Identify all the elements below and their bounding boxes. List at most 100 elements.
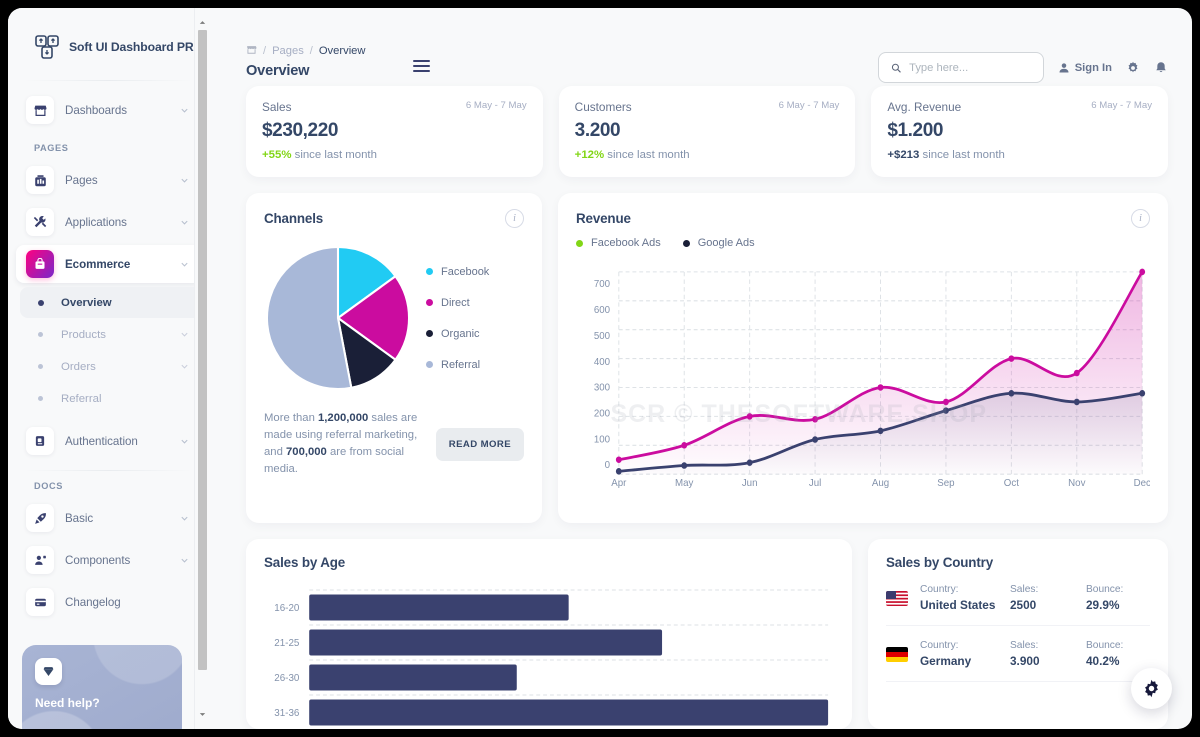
- scroll-up-icon[interactable]: [198, 18, 207, 27]
- sales-by-age-chart: 16-20 21-25 26-30 31-36: [274, 589, 829, 726]
- legend-label: Google Ads: [697, 237, 755, 249]
- svg-text:100: 100: [594, 434, 611, 445]
- chevron-down-icon: [181, 439, 188, 444]
- breadcrumb-parent[interactable]: Pages: [272, 45, 304, 57]
- info-icon[interactable]: i: [505, 209, 524, 228]
- legend-label: Organic: [441, 327, 480, 340]
- channels-pie-area: Facebook Direct Organic Referral: [264, 244, 524, 392]
- sidebar-subitem-overview[interactable]: Overview: [20, 287, 201, 318]
- topbar: / Pages / Overview Overview Sign In: [224, 8, 1192, 86]
- sidebar-item-label: Basic: [65, 511, 94, 525]
- svg-text:21-25: 21-25: [274, 638, 300, 649]
- legend-color-dot: [426, 299, 433, 306]
- sidebar-item-dashboards[interactable]: Dashboards: [16, 91, 201, 129]
- chevron-down-icon: [181, 516, 188, 521]
- sidebar-item-label: Authentication: [65, 434, 138, 448]
- read-more-button[interactable]: READ MORE: [435, 427, 524, 461]
- legend-color-dot: [576, 239, 583, 247]
- search-icon: [891, 63, 901, 72]
- need-help-card[interactable]: Need help?: [22, 645, 182, 729]
- table-row: Country: Germany Sales: 3.900 Bounce: 40…: [886, 626, 1150, 682]
- shop-icon[interactable]: [246, 44, 257, 58]
- stat-value: $1.200: [887, 120, 944, 141]
- legend-item-direct: Direct: [426, 297, 489, 309]
- revenue-chart-labels: 0 100 200 300 400 500 600 700 Apr May Jun Jul Aug Sep…: [594, 279, 1150, 489]
- sidebar-subitem-products[interactable]: Products: [20, 319, 201, 350]
- chevron-down-icon: [181, 108, 188, 113]
- country-label: Country:: [920, 584, 959, 595]
- svg-text:700: 700: [594, 279, 611, 290]
- tools-icon: [26, 208, 54, 236]
- sidebar-item-ecommerce[interactable]: Ecommerce: [16, 245, 201, 283]
- sidebar-subitem-label: Orders: [61, 360, 96, 373]
- legend-item-referral: Referral: [426, 359, 489, 371]
- sales-value: 3.900: [1010, 654, 1040, 668]
- sidebar-item-changelog[interactable]: Changelog: [16, 583, 201, 621]
- sales-by-age-title: Sales by Age: [264, 555, 346, 570]
- search-input[interactable]: [909, 61, 1031, 74]
- chart-bar-icon: [26, 166, 54, 194]
- soft-ui-logo-icon: [34, 34, 60, 60]
- de-flag-icon: [886, 646, 908, 662]
- legend-item-facebook: Facebook: [426, 266, 489, 278]
- legend-label: Referral: [441, 358, 481, 371]
- document-icon: [26, 427, 54, 455]
- sign-in-button[interactable]: Sign In: [1058, 62, 1112, 74]
- legend-color-dot: [426, 268, 433, 275]
- search-box[interactable]: [877, 52, 1044, 83]
- svg-text:Oct: Oct: [1004, 478, 1019, 489]
- app-window: Soft UI Dashboard PRO Dashboards PAGES P…: [8, 8, 1192, 729]
- stat-note: since last month: [607, 149, 690, 161]
- sidebar-item-basic[interactable]: Basic: [16, 499, 201, 537]
- bell-icon[interactable]: [1154, 61, 1168, 75]
- bounce-label: Bounce:: [1086, 584, 1124, 595]
- svg-text:300: 300: [594, 383, 611, 394]
- bullet-icon: [38, 396, 43, 401]
- channels-title: Channels: [264, 211, 324, 226]
- ecommerce-subnav: Overview Products Orders Referral: [16, 287, 201, 414]
- svg-text:400: 400: [594, 357, 611, 368]
- gear-icon[interactable]: [1126, 61, 1140, 75]
- revenue-title: Revenue: [576, 211, 631, 226]
- sidebar-item-pages[interactable]: Pages: [16, 161, 201, 199]
- topbar-actions: Sign In: [877, 44, 1168, 83]
- shop-icon: [26, 96, 54, 124]
- scroll-down-icon[interactable]: [198, 710, 207, 719]
- sidebar-item-components[interactable]: Components: [16, 541, 201, 579]
- bounce-value: 40.2%: [1086, 654, 1120, 668]
- sign-in-label: Sign In: [1074, 61, 1112, 74]
- stat-delta: +55%: [262, 149, 292, 161]
- sidebar-item-label: Changelog: [65, 595, 121, 609]
- stat-card-avg-revenue: Avg. Revenue 6 May - 7 May $1.200 +$213 …: [871, 86, 1169, 177]
- sidebar-subitem-label: Referral: [61, 392, 102, 405]
- svg-text:31-36: 31-36: [274, 708, 300, 719]
- settings-fab-button[interactable]: [1131, 668, 1172, 709]
- sidebar-subitem-label: Overview: [61, 296, 112, 309]
- chevron-down-icon: [181, 558, 188, 563]
- info-icon[interactable]: i: [1131, 209, 1150, 228]
- sidebar-section-pages: PAGES: [34, 143, 69, 153]
- user-icon: [1059, 62, 1069, 72]
- sidebar-subitem-referral[interactable]: Referral: [20, 383, 201, 414]
- stat-delta: +$213: [887, 149, 920, 161]
- bounce-value: 29.9%: [1086, 598, 1120, 612]
- stat-title: Customers: [574, 100, 632, 114]
- sidebar-item-applications[interactable]: Applications: [16, 203, 201, 241]
- scrollbar-thumb[interactable]: [198, 30, 207, 670]
- sidebar-item-authentication[interactable]: Authentication: [16, 422, 201, 460]
- svg-text:Aug: Aug: [872, 478, 889, 489]
- main-content: / Pages / Overview Overview Sign In: [224, 8, 1192, 729]
- stat-value: $230,220: [262, 120, 339, 141]
- hamburger-icon[interactable]: [413, 60, 431, 72]
- chevron-down-icon: [181, 262, 188, 267]
- rocket-icon: [26, 504, 54, 532]
- svg-text:26-30: 26-30: [274, 673, 300, 684]
- legend-label: Facebook: [441, 265, 490, 278]
- svg-text:200: 200: [594, 408, 611, 419]
- bullet-icon: [38, 299, 44, 306]
- brand[interactable]: Soft UI Dashboard PRO: [8, 8, 209, 64]
- sidebar-subitem-orders[interactable]: Orders: [20, 351, 201, 382]
- sidebar-scrollbar[interactable]: [194, 8, 209, 729]
- chevron-down-icon: [181, 332, 188, 337]
- svg-text:Nov: Nov: [1068, 478, 1085, 489]
